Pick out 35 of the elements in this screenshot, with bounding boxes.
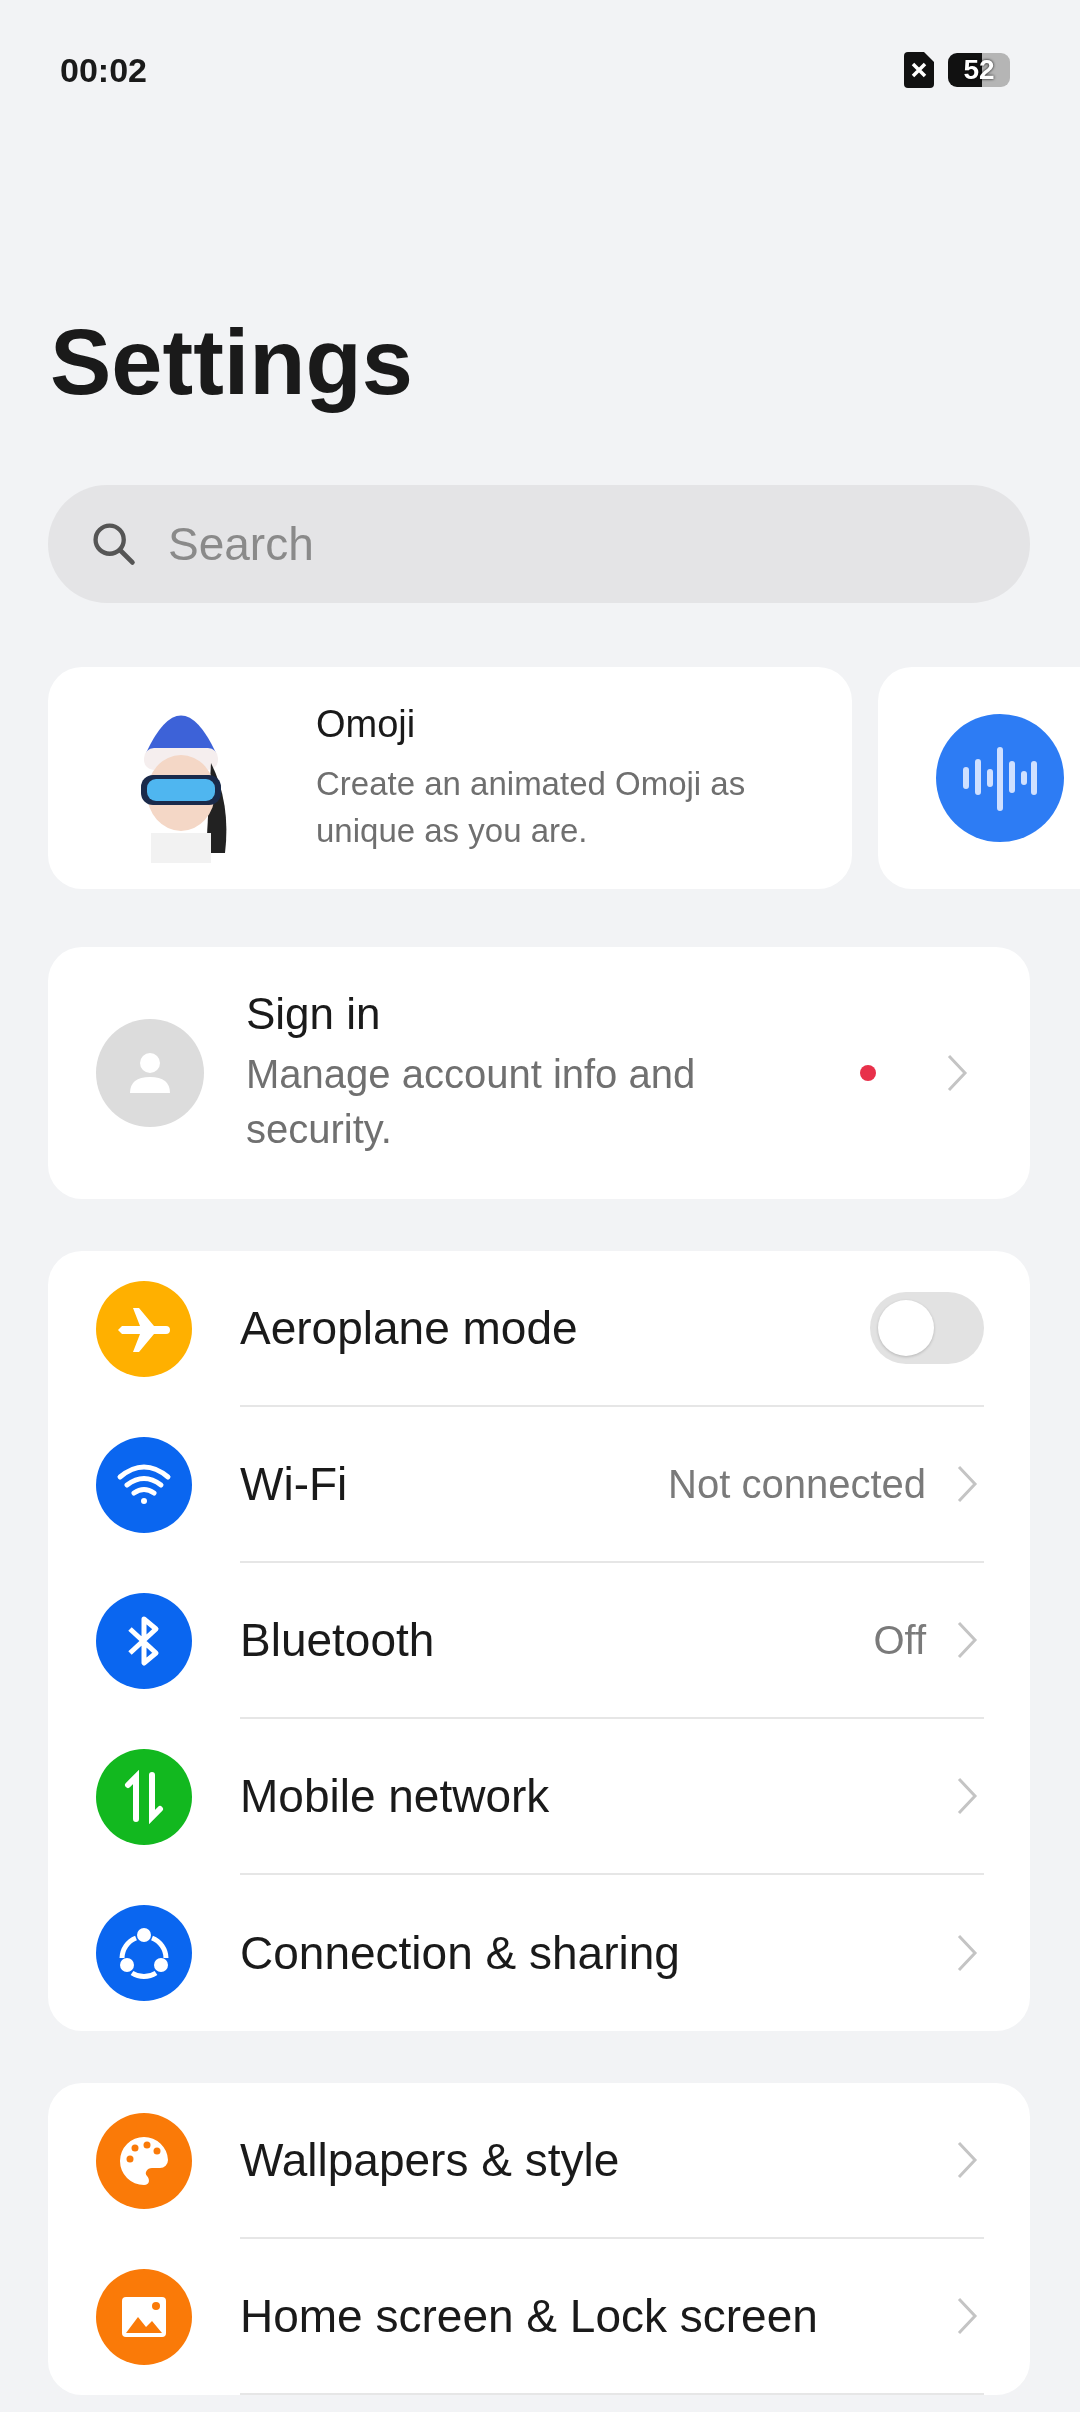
chevron-icon xyxy=(956,1464,978,1504)
chevron-icon xyxy=(956,1933,978,1973)
settings-row[interactable]: Wi-Fi Not connected xyxy=(96,1407,984,1563)
row-value: Not connected xyxy=(668,1461,926,1507)
chevron-icon xyxy=(956,2296,978,2336)
search-field[interactable]: Search xyxy=(48,485,1030,603)
settings-row[interactable]: Bluetooth Off xyxy=(96,1563,984,1719)
settings-row[interactable]: Home screen & Lock screen xyxy=(96,2239,984,2395)
row-label: Mobile network xyxy=(240,1769,551,1823)
row-label: Bluetooth xyxy=(240,1613,436,1667)
row-value: Off xyxy=(873,1617,926,1663)
promo-card[interactable]: Omoji Create an animated Omoji as unique as you are. xyxy=(48,667,852,889)
status-time: 00:02 xyxy=(60,50,147,90)
account-subtitle: Manage account info and security. xyxy=(246,1051,697,1153)
row-label: Wi-Fi xyxy=(240,1457,349,1511)
settings-row[interactable]: Connection & sharing xyxy=(96,1875,984,2031)
settings-row[interactable]: Mobile network xyxy=(96,1719,984,1875)
promo-title: Omoji xyxy=(316,702,417,746)
settings-row[interactable]: Aeroplane mode xyxy=(96,1251,984,1407)
settings-row[interactable]: Wallpapers & style xyxy=(96,2083,984,2239)
row-label: Home screen & Lock screen xyxy=(240,2289,819,2343)
row-label: Aeroplane mode xyxy=(240,1301,579,1355)
chevron-icon xyxy=(956,2140,978,2180)
row-label: Wallpapers & style xyxy=(240,2133,621,2187)
account-title: Sign in xyxy=(246,989,382,1039)
avatar-icon xyxy=(96,1019,204,1127)
sound-wave-icon xyxy=(936,714,1064,842)
chevron-icon xyxy=(956,1620,978,1660)
row-label: Connection & sharing xyxy=(240,1926,681,1980)
page-title: Settings xyxy=(50,310,413,415)
chevron-icon xyxy=(946,1053,968,1093)
account-card[interactable]: Sign in Manage account info and security. xyxy=(48,947,1030,1199)
sim-icon xyxy=(904,52,934,88)
promo-description: Create an animated Omoji as unique as you are. xyxy=(316,763,747,851)
chevron-icon xyxy=(956,1776,978,1816)
